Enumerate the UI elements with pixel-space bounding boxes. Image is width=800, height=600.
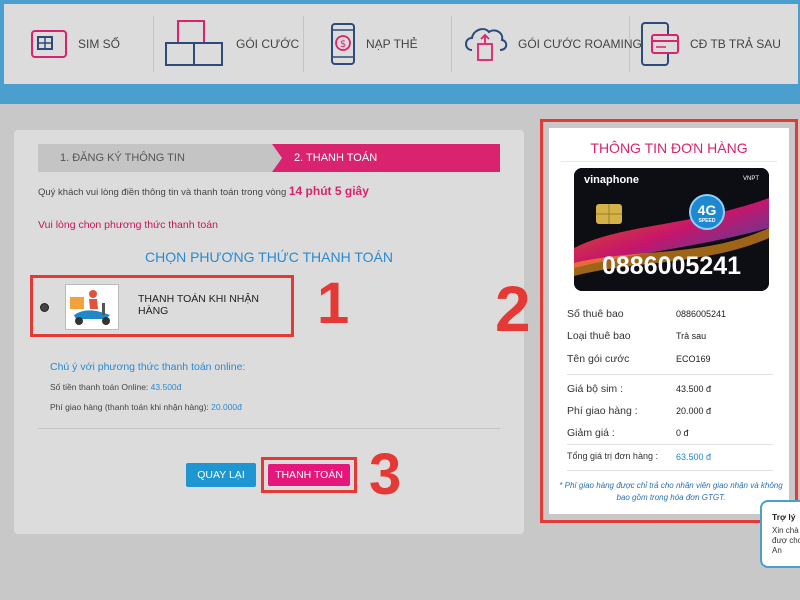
top-navigation-bar: SIM SỐ GÓI CƯỚC $ NẠP THẺ GÓI CƯỚC ROAMI… (4, 4, 798, 84)
info-value: 0886005241 (676, 309, 727, 319)
nav-label: GÓI CƯỚC (236, 37, 300, 51)
top-navigation: SIM SỐ GÓI CƯỚC $ NẠP THẺ GÓI CƯỚC ROAMI… (0, 0, 800, 104)
annotation-number-3: 3 (369, 442, 402, 507)
divider (567, 444, 773, 445)
nav-label: CĐ TB TRẢ SAU (690, 37, 781, 51)
nav-label: NẠP THẺ (366, 37, 418, 51)
back-button[interactable]: QUAY LẠI (186, 463, 256, 487)
info-value: ECO169 (676, 354, 711, 364)
nav-item-sim-so[interactable]: SIM SỐ (4, 16, 154, 72)
info-label: Tên gói cước (567, 353, 630, 365)
total-value: 63.500 đ (676, 452, 712, 462)
order-summary-highlight: THÔNG TIN ĐƠN HÀNG vinaphone VNPT 4G SPE… (540, 119, 798, 523)
time-notice: Quý khách vui lòng điền thông tin và tha… (38, 184, 369, 198)
countdown-timer: 14 phút 5 giây (288, 184, 369, 198)
chat-assistant-widget[interactable]: Trợ lý Xin chà vui đượ cho An (760, 500, 800, 568)
sim-brand: vinaphone (584, 174, 640, 186)
order-title: THÔNG TIN ĐƠN HÀNG (590, 140, 748, 156)
shipping-fee-value: 20.000đ (211, 402, 242, 412)
nav-label: GÓI CƯỚC ROAMING (518, 37, 642, 51)
payment-method-heading: CHỌN PHƯƠNG THỨC THANH TOÁN (144, 249, 393, 265)
time-notice-text: Quý khách vui lòng điền thông tin và tha… (38, 187, 289, 198)
price-label: Phí giao hàng : (567, 405, 638, 417)
vnpt-logo: VNPT (742, 176, 759, 182)
price-value: 20.000 đ (676, 406, 712, 416)
pay-button[interactable]: THANH TOÁN (268, 464, 350, 486)
pay-button-highlight: THANH TOÁN (261, 457, 357, 493)
order-summary: THÔNG TIN ĐƠN HÀNG vinaphone VNPT 4G SPE… (549, 128, 789, 514)
divider (567, 470, 773, 471)
divider (561, 161, 777, 162)
delivery-scooter-icon (65, 284, 119, 330)
step-payment[interactable]: 2. THANH TOÁN (272, 144, 500, 172)
online-note-title: Chú ý với phương thức thanh toán online: (50, 361, 246, 373)
price-label: Giá bộ sim : (567, 383, 624, 395)
info-label: Loại thuê bao (567, 330, 631, 342)
phone-topup-icon: $ (330, 22, 356, 66)
online-amount-label: Số tiền thanh toán Online: (50, 382, 151, 392)
svg-text:$: $ (340, 39, 346, 50)
nav-item-nap-the[interactable]: $ NẠP THẺ (304, 16, 452, 72)
badge-4g: 4G (697, 202, 717, 218)
shipping-fee-label: Phí giao hàng (thanh toán khi nhận hàng)… (50, 402, 212, 412)
total-label: Tổng giá trị đơn hàng : (567, 451, 658, 461)
nav-item-cd-tb-tra-sau[interactable]: CĐ TB TRẢ SAU (630, 16, 790, 72)
chat-title: Trợ lý (772, 512, 796, 522)
sim-number: 0886005241 (601, 252, 742, 280)
divider (567, 374, 773, 375)
info-value: Trả sau (676, 331, 707, 341)
price-value: 0 đ (676, 428, 689, 438)
divider (38, 428, 500, 429)
annotation-number-2: 2 (495, 273, 531, 345)
nav-item-goi-cuoc[interactable]: GÓI CƯỚC (154, 16, 304, 72)
step-register-info[interactable]: 1. ĐĂNG KÝ THÔNG TIN (38, 144, 282, 172)
payment-option-label: THANH TOÁN KHI NHẬN HÀNG (138, 293, 259, 317)
nav-label: SIM SỐ (78, 37, 121, 51)
badge-speed: SPEED (698, 218, 716, 224)
shipping-footnote: * Phí giao hàng được chỉ trả cho nhân vi… (559, 481, 783, 502)
sim-card-image: vinaphone VNPT 4G SPEED 0886005241 (574, 168, 769, 291)
chat-text: Xin chà vui đượ cho An (772, 526, 800, 555)
step-progress: 1. ĐĂNG KÝ THÔNG TIN 2. THANH TOÁN (38, 144, 500, 172)
shipping-fee-line: Phí giao hàng (thanh toán khi nhận hàng)… (50, 402, 242, 412)
info-label: Số thuê bao (567, 308, 624, 320)
online-amount-value: 43.500đ (150, 382, 182, 392)
package-boxes-icon (164, 19, 226, 69)
payment-option-cod[interactable]: THANH TOÁN KHI NHẬN HÀNG (30, 275, 294, 337)
sim-card-icon (30, 27, 68, 61)
online-amount-line: Số tiền thanh toán Online: 43.500đ (50, 382, 181, 392)
choose-method-hint: Vui lòng chọn phương thức thanh toán (38, 219, 218, 231)
price-label: Giảm giá : (567, 427, 615, 439)
cloud-roaming-icon (462, 24, 508, 64)
price-value: 43.500 đ (676, 384, 712, 394)
annotation-number-1: 1 (317, 271, 350, 336)
nav-item-goi-cuoc-roaming[interactable]: GÓI CƯỚC ROAMING (452, 16, 642, 72)
postpaid-phone-icon (640, 21, 680, 67)
checkout-panel: 1. ĐĂNG KÝ THÔNG TIN 2. THANH TOÁN Quý k… (14, 130, 524, 534)
